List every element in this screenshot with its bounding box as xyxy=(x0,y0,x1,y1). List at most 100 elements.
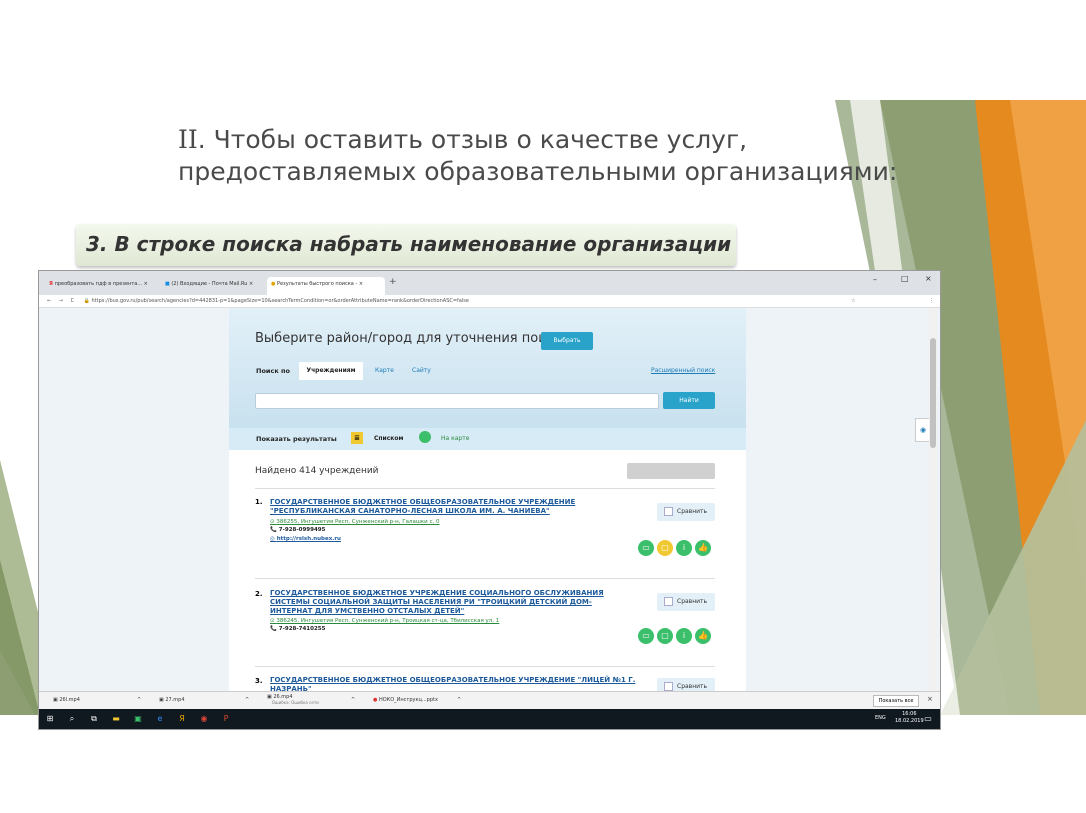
chrome-icon[interactable]: ◉ xyxy=(199,714,209,724)
browser-window: Я преобразовать пдф в презента... × ■ (2… xyxy=(38,270,941,730)
browser-tab-3[interactable]: ● Результаты быстрого поиска - × xyxy=(267,277,385,295)
chevron-up-icon[interactable]: ^ xyxy=(457,697,461,703)
result-address[interactable]: ⊙ 386255, Ингушетия Респ, Сунженский р-н… xyxy=(270,519,440,525)
back-icon[interactable]: ← xyxy=(47,298,51,304)
find-button[interactable]: Найти xyxy=(663,392,715,409)
feedback-icon[interactable]: ▢ xyxy=(657,628,673,644)
yandex-icon[interactable]: Я xyxy=(177,714,187,724)
compare-checkbox[interactable] xyxy=(664,682,673,691)
compare-label: Сравнить xyxy=(677,508,708,515)
result-number: 2. xyxy=(255,590,263,598)
lock-icon: 🔒 xyxy=(83,298,90,304)
clock[interactable]: 16:06 18.02.2019 xyxy=(895,711,924,725)
result-phone: 📞 7-928-7410255 xyxy=(270,626,326,632)
step-callout: 3. В строке поиска набрать наименование … xyxy=(76,224,736,266)
result-address[interactable]: ⊙ 386245, Ингушетия Респ, Сунженский р-н… xyxy=(270,618,499,624)
browser-tab-3-label: Результаты быстрого поиска - xyxy=(276,281,358,287)
powerpoint-icon[interactable]: P xyxy=(221,714,231,724)
result-phone-text: 7-928-0999495 xyxy=(278,527,326,533)
tab-bar: Я преобразовать пдф в презента... × ■ (2… xyxy=(39,271,940,295)
task-view-icon[interactable]: ⧉ xyxy=(89,714,99,724)
minimize-icon[interactable]: – xyxy=(873,275,877,284)
download-name: НОКО_Инструкц...pptx xyxy=(378,697,438,703)
new-tab-icon[interactable]: + xyxy=(389,277,397,287)
compare-checkbox[interactable] xyxy=(664,507,673,516)
store-icon[interactable]: ▣ xyxy=(133,714,143,724)
scrollbar-thumb[interactable] xyxy=(930,338,936,448)
result-title-link[interactable]: ГОСУДАРСТВЕННОЕ БЮДЖЕТНОЕ ОБЩЕОБРАЗОВАТЕ… xyxy=(270,676,650,691)
reload-icon[interactable]: C xyxy=(71,298,75,304)
close-icon[interactable]: × xyxy=(925,274,932,283)
compare-button[interactable]: Сравнить xyxy=(657,678,715,691)
chevron-up-icon[interactable]: ^ xyxy=(351,697,355,703)
list-view-option[interactable]: Списком xyxy=(374,435,403,442)
divider xyxy=(255,488,715,489)
result-address-text: 386245, Ингушетия Респ, Сунженский р-н, … xyxy=(276,618,500,624)
sort-dropdown[interactable] xyxy=(627,463,715,479)
choose-region-button[interactable]: Выбрать xyxy=(541,332,593,350)
title-text: . Чтобы оставить отзыв о качестве услуг,… xyxy=(178,125,898,186)
region-prompt: Выберите район/город для уточнения поиск… xyxy=(255,331,570,346)
download-item[interactable]: ● НОКО_Инструкц...pptx xyxy=(373,697,438,703)
forward-icon[interactable]: → xyxy=(59,298,63,304)
slide-title: II. Чтобы оставить отзыв о качестве услу… xyxy=(178,124,978,188)
browser-tab-2-label: (2) Входящие - Почта Mail.Ru xyxy=(171,281,248,287)
download-item[interactable]: ▣ 26l.mp4 xyxy=(53,697,80,703)
chevron-up-icon[interactable]: ^ xyxy=(137,697,141,703)
browser-tab-2[interactable]: ■ (2) Входящие - Почта Mail.Ru × xyxy=(161,277,269,295)
compare-button[interactable]: Сравнить xyxy=(657,593,715,611)
search-input[interactable] xyxy=(255,393,659,409)
windows-taskbar: ⊞ ⌕ ⧉ ▬ ▣ e Я ◉ P ENG 16:06 18.02.2019 ▭ xyxy=(39,709,940,729)
show-all-downloads-button[interactable]: Показать все xyxy=(873,695,919,707)
view-toggle-bar: Показать результаты ≣ Списком На карте xyxy=(229,428,746,450)
tab-map[interactable]: Карте xyxy=(375,367,394,374)
found-count: Найдено 414 учреждений xyxy=(255,466,379,476)
map-view-option[interactable]: На карте xyxy=(441,435,469,442)
tab-site[interactable]: Сайту xyxy=(412,367,431,374)
advanced-search-link[interactable]: Расширенный поиск xyxy=(651,367,715,374)
pptx-icon: ● xyxy=(373,697,378,703)
file-explorer-icon[interactable]: ▬ xyxy=(111,714,121,724)
language-indicator[interactable]: ENG xyxy=(875,715,886,721)
thumbs-up-icon[interactable]: 👍 xyxy=(695,540,711,556)
notifications-icon[interactable]: ▭ xyxy=(923,714,933,724)
computer-icon[interactable]: ▭ xyxy=(638,628,654,644)
search-icon[interactable]: ⌕ xyxy=(67,714,77,724)
site-panel: Выберите район/город для уточнения поиск… xyxy=(229,308,746,691)
vertical-scrollbar[interactable] xyxy=(929,308,937,691)
info-icon[interactable]: i xyxy=(676,628,692,644)
close-downloads-icon[interactable]: × xyxy=(927,695,933,703)
windows-start-icon[interactable]: ⊞ xyxy=(45,714,55,724)
browser-tab-1[interactable]: Я преобразовать пдф в презента... × xyxy=(45,277,163,295)
result-website[interactable]: ◎ http://rslsh.nubex.ru xyxy=(270,536,341,542)
tab-institutions[interactable]: Учреждениям xyxy=(299,362,363,380)
result-title-link[interactable]: ГОСУДАРСТВЕННОЕ БЮДЖЕТНОЕ ОБЩЕОБРАЗОВАТЕ… xyxy=(270,498,620,516)
chevron-up-icon[interactable]: ^ xyxy=(245,697,249,703)
clock-date: 18.02.2019 xyxy=(895,718,924,724)
page-content: Выберите район/город для уточнения поиск… xyxy=(39,308,940,691)
feedback-icon[interactable]: ▢ xyxy=(657,540,673,556)
star-icon[interactable]: ☆ xyxy=(851,295,855,307)
list-view-icon[interactable]: ≣ xyxy=(351,432,363,444)
address-url[interactable]: https://bus.gov.ru/pub/search/agencies?d… xyxy=(92,298,469,304)
download-item[interactable]: ▣ 26.mp4 Ошибка: Ошибка сети xyxy=(267,694,319,706)
maximize-icon[interactable]: □ xyxy=(901,274,909,283)
info-icon[interactable]: i xyxy=(676,540,692,556)
download-status: Ошибка: Ошибка сети xyxy=(271,700,319,705)
thumbs-up-icon[interactable]: 👍 xyxy=(695,628,711,644)
result-website-text: http://rslsh.nubex.ru xyxy=(276,536,341,542)
compare-label: Сравнить xyxy=(677,598,708,605)
compare-checkbox[interactable] xyxy=(664,597,673,606)
download-item[interactable]: ▣ 27.mp4 xyxy=(159,697,185,703)
compare-button[interactable]: Сравнить xyxy=(657,503,715,521)
result-title-link[interactable]: ГОСУДАРСТВЕННОЕ БЮДЖЕТНОЕ УЧРЕЖДЕНИЕ СОЦ… xyxy=(270,589,630,616)
map-pin-icon[interactable] xyxy=(419,431,431,443)
address-bar[interactable]: ← → C 🔒 https://bus.gov.ru/pub/search/ag… xyxy=(39,295,940,308)
menu-icon[interactable]: ⋮ xyxy=(929,295,934,307)
computer-icon[interactable]: ▭ xyxy=(638,540,654,556)
download-name: 26l.mp4 xyxy=(59,697,80,703)
edge-icon[interactable]: e xyxy=(155,714,165,724)
title-roman-numeral: II xyxy=(178,125,198,154)
show-results-label: Показать результаты xyxy=(256,435,337,443)
download-name: 27.mp4 xyxy=(165,697,185,703)
